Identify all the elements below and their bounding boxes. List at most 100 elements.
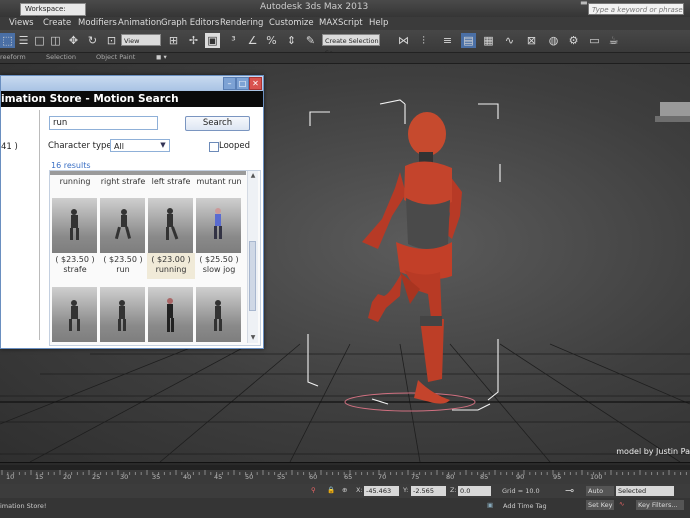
manipulate-icon[interactable]: ✢ <box>186 33 201 48</box>
dialog-close-icon[interactable]: ✕ <box>249 77 262 90</box>
menu-modifiers[interactable]: Modifiers <box>78 18 117 28</box>
dialog-title: imation Store - Motion Search <box>1 91 263 107</box>
menu-create[interactable]: Create <box>43 18 71 28</box>
set-key-button[interactable]: Set Key <box>586 500 614 510</box>
result-label[interactable]: right strafe <box>98 177 148 186</box>
ribbon-toggle-icon[interactable]: ▦ <box>481 33 496 48</box>
category-count: 41 ) <box>1 142 18 152</box>
search-button[interactable]: Search <box>185 116 250 131</box>
menu-animation[interactable]: Animation <box>118 18 161 28</box>
ribbon-tab-freeform[interactable]: reeform <box>0 53 26 61</box>
tick-label: 20 <box>63 473 72 481</box>
angle-snap-icon[interactable]: ∠ <box>245 33 260 48</box>
selection-lock-icon[interactable]: 🔒 <box>327 486 335 494</box>
key-mode-select[interactable]: Selected <box>616 486 674 496</box>
title-bar: Workspace: Default Autodesk 3ds Max 2013… <box>0 0 690 24</box>
workspace-selector[interactable]: Workspace: Default <box>20 3 86 24</box>
motion-search-input[interactable]: run <box>49 116 158 130</box>
set-key-filter-icon[interactable]: ∿ <box>619 500 624 508</box>
tick-label: 95 <box>553 473 562 481</box>
result-thumbnail[interactable] <box>196 287 241 342</box>
add-time-tag[interactable]: Add Time Tag <box>503 502 547 510</box>
scene-explorer-icon[interactable]: ▤ <box>461 33 476 48</box>
z-coordinate-field[interactable]: 0.0 <box>458 486 491 496</box>
tick-label: 15 <box>35 473 44 481</box>
align-icon[interactable]: ⫶ <box>416 33 431 48</box>
result-label[interactable]: left strafe <box>146 177 196 186</box>
named-selection-set-select[interactable]: Create Selection Se <box>322 34 380 57</box>
rect-select-icon[interactable]: □ <box>32 33 47 48</box>
tick-label: 35 <box>152 473 161 481</box>
result-thumbnail[interactable] <box>52 287 97 342</box>
render-teapot-icon[interactable]: ☕ <box>606 33 621 48</box>
result-thumbnail[interactable] <box>148 198 193 253</box>
select-icon[interactable]: ⬚ <box>0 33 15 48</box>
ribbon-tab-object-paint[interactable]: Object Paint <box>96 53 135 61</box>
menu-rendering[interactable]: Rendering <box>220 18 263 28</box>
result-thumbnail[interactable] <box>148 287 193 342</box>
result-thumbnail[interactable] <box>100 198 145 253</box>
schematic-view-icon[interactable]: ⊠ <box>524 33 539 48</box>
render-setup-icon[interactable]: ⚙ <box>566 33 581 48</box>
looped-checkbox[interactable] <box>209 142 219 152</box>
results-scrollbar[interactable]: ▲ ▼ <box>247 171 258 343</box>
result-name[interactable]: strafe <box>50 265 100 274</box>
character-type-select[interactable]: All ▼ <box>110 139 170 152</box>
rendered-frame-icon[interactable]: ▭ <box>587 33 602 48</box>
auto-key-button[interactable]: Auto Key <box>586 486 614 505</box>
scroll-down-icon[interactable]: ▼ <box>248 333 258 342</box>
menu-help[interactable]: Help <box>369 18 388 28</box>
keyword-search-input[interactable]: Type a keyword or phrase <box>588 3 684 15</box>
tick-label: 90 <box>516 473 525 481</box>
key-filters-button[interactable]: Key Filters... <box>636 500 684 510</box>
menu-graph-editors[interactable]: Graph Editors <box>161 18 219 28</box>
scroll-up-icon[interactable]: ▲ <box>248 171 258 180</box>
scale-icon[interactable]: ⊡ <box>104 33 119 48</box>
window-crossing-icon[interactable]: ◫ <box>48 33 63 48</box>
absolute-mode-icon[interactable]: ⊕ <box>342 486 347 494</box>
result-thumbnail[interactable] <box>196 198 241 253</box>
menu-views[interactable]: Views <box>9 18 34 28</box>
model-credit: model by Justin Pa <box>616 447 690 456</box>
minimize-icon[interactable]: ▬ <box>580 0 588 7</box>
result-label[interactable]: mutant run <box>194 177 244 186</box>
isolate-icon[interactable]: ⚲ <box>311 486 316 494</box>
dialog-minimize-icon[interactable]: – <box>223 77 236 90</box>
result-thumbnail[interactable] <box>100 287 145 342</box>
material-editor-icon[interactable]: ◍ <box>546 33 561 48</box>
ribbon-tab-selection[interactable]: Selection <box>46 53 76 61</box>
keyboard-shortcut-icon[interactable]: ▣ <box>205 33 220 48</box>
edit-named-sets-icon[interactable]: ✎ <box>303 33 318 48</box>
select-by-name-icon[interactable]: ☰ <box>16 33 31 48</box>
character-type-label: Character type <box>48 141 112 151</box>
result-label[interactable]: running <box>50 177 100 186</box>
snap-icon[interactable]: ³ <box>226 33 241 48</box>
ribbon-options-icon[interactable]: ◼ ▾ <box>156 53 167 61</box>
curve-editor-icon[interactable]: ∿ <box>502 33 517 48</box>
y-label: Y: <box>403 486 409 494</box>
mirror-icon[interactable]: ⋈ <box>396 33 411 48</box>
key-icon[interactable]: ⊸ <box>565 484 574 497</box>
y-coordinate-field[interactable]: -2.565 <box>411 486 446 496</box>
time-tag-icon[interactable]: ▣ <box>487 501 493 509</box>
layer-manager-icon[interactable]: ≡ <box>440 33 455 48</box>
menu-customize[interactable]: Customize <box>269 18 314 28</box>
scrollbar-thumb[interactable] <box>249 241 256 311</box>
result-name[interactable]: running <box>146 265 196 274</box>
tick-label: 75 <box>411 473 420 481</box>
rotate-icon[interactable]: ↻ <box>85 33 100 48</box>
animated-character <box>362 112 462 404</box>
dialog-maximize-icon[interactable]: □ <box>236 77 249 90</box>
app-title: Autodesk 3ds Max 2013 <box>260 2 369 12</box>
tick-label: 30 <box>120 473 129 481</box>
percent-snap-icon[interactable]: % <box>264 33 279 48</box>
result-name[interactable]: run <box>98 265 148 274</box>
menu-maxscript[interactable]: MAXScript <box>319 18 363 28</box>
reference-coordinate-select[interactable]: View <box>121 34 161 46</box>
spinner-snap-icon[interactable]: ⇕ <box>284 33 299 48</box>
result-thumbnail[interactable] <box>52 198 97 253</box>
pivot-icon[interactable]: ⊞ <box>166 33 181 48</box>
result-name[interactable]: slow jog <box>194 265 244 274</box>
x-coordinate-field[interactable]: -45.463 <box>364 486 399 496</box>
move-icon[interactable]: ✥ <box>66 33 81 48</box>
